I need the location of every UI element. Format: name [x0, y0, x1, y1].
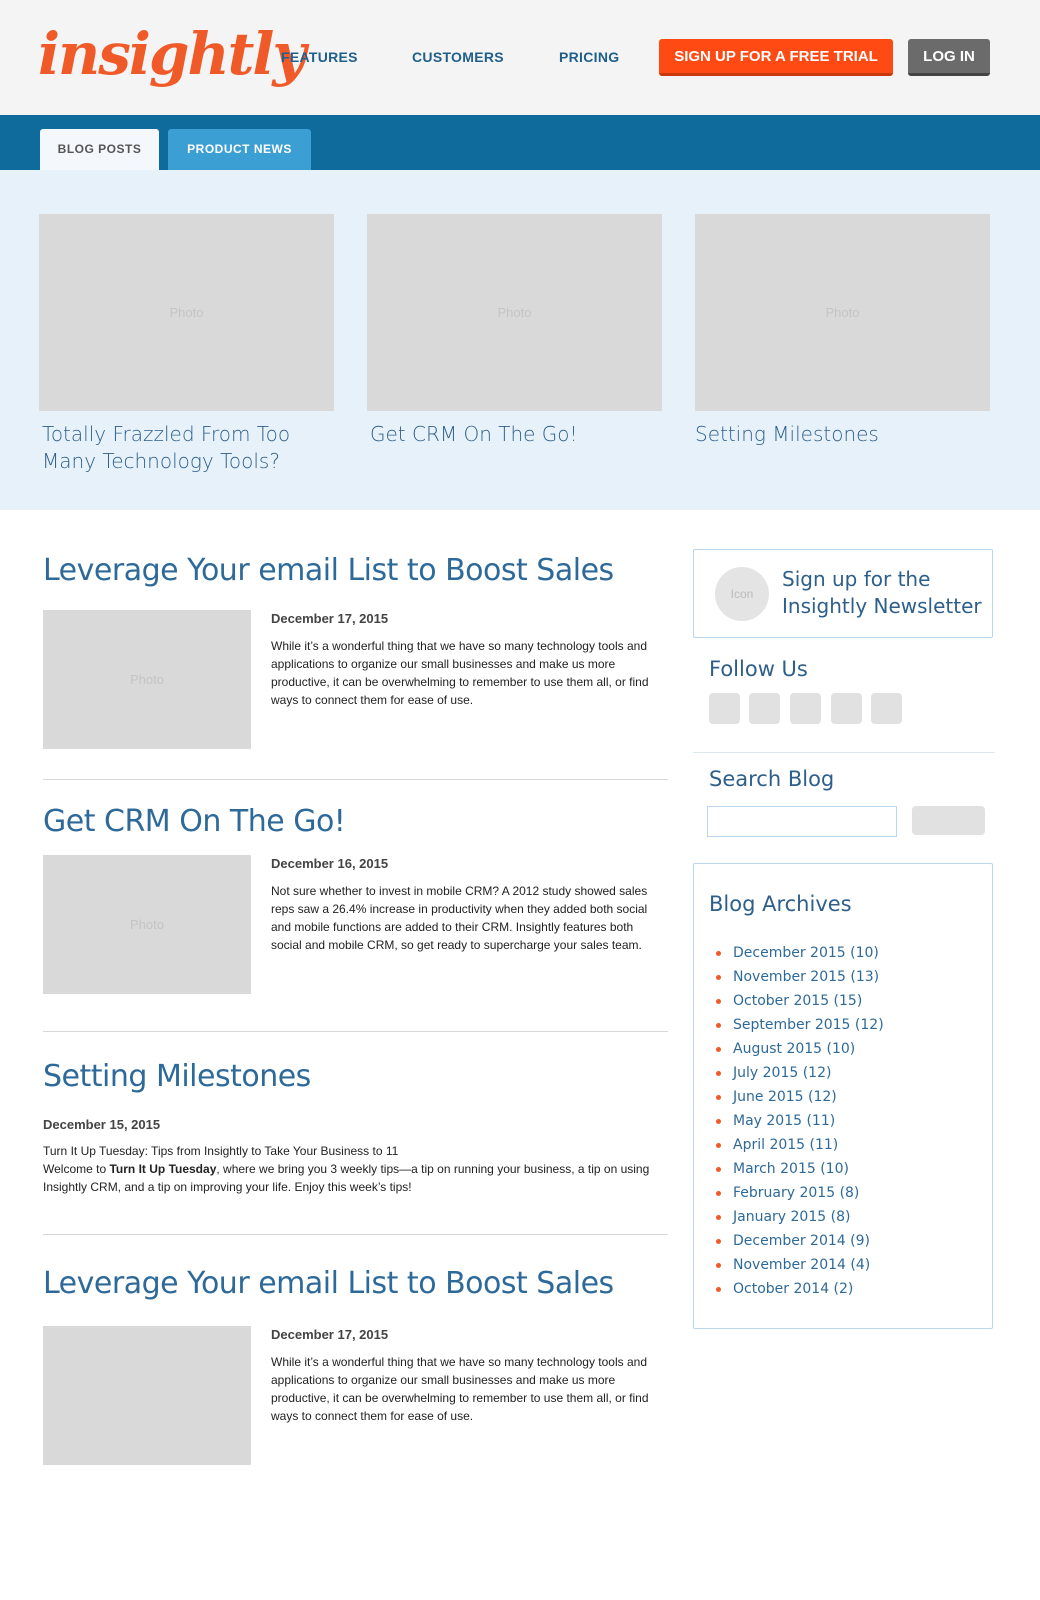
post-excerpt: While it’s a wonderful thing that we hav… [271, 1355, 649, 1423]
nav-features-link[interactable]: FEATURES [281, 49, 358, 65]
post-photo[interactable]: Photo [43, 610, 251, 749]
post-photo[interactable]: Photo [43, 855, 251, 994]
archive-link[interactable]: December 2014 (9) [716, 1229, 884, 1253]
post-date: December 16, 2015 [271, 856, 389, 871]
post-intro: Welcome to Turn It Up Tuesday, where we … [43, 1160, 668, 1196]
featured-posts: Photo Totally Frazzled From Too Many Tec… [0, 170, 1040, 510]
archive-link[interactable]: March 2015 (10) [716, 1157, 884, 1181]
blog-archives: Blog Archives December 2015 (10) Novembe… [693, 863, 993, 1329]
blog-post: Leverage Your email List to Boost Sales … [43, 1264, 668, 1465]
archive-link[interactable]: June 2015 (12) [716, 1085, 884, 1109]
featured-card[interactable]: Photo Setting Milestones [695, 214, 990, 448]
site-header: insightly FEATURES CUSTOMERS PRICING SIG… [0, 0, 1040, 115]
post-content: Turn It Up Tuesday: Tips from Insightly … [43, 1142, 668, 1196]
archive-link[interactable]: October 2014 (2) [716, 1277, 884, 1301]
blog-post: Get CRM On The Go! Photo December 16, 20… [43, 802, 668, 994]
search-button[interactable] [912, 806, 985, 835]
post-photo[interactable] [43, 1326, 251, 1465]
archive-link[interactable]: February 2015 (8) [716, 1181, 884, 1205]
social-icon[interactable] [871, 693, 902, 724]
newsletter-icon: Icon [715, 567, 769, 621]
archive-link[interactable]: January 2015 (8) [716, 1205, 884, 1229]
archive-link[interactable]: December 2015 (10) [716, 941, 884, 965]
featured-card[interactable]: Photo Get CRM On The Go! [367, 214, 662, 448]
archive-link[interactable]: October 2015 (15) [716, 989, 884, 1013]
post-date: December 17, 2015 [271, 1327, 389, 1342]
search-input[interactable] [707, 806, 897, 837]
post-title[interactable]: Setting Milestones [43, 1057, 668, 1097]
blog-post: Setting Milestones December 15, 2015 Tur… [43, 1057, 668, 1196]
social-icon[interactable] [749, 693, 780, 724]
featured-title[interactable]: Setting Milestones [695, 421, 990, 448]
featured-photo: Photo [367, 214, 662, 411]
tab-product-news[interactable]: PRODUCT NEWS [168, 129, 311, 170]
featured-title[interactable]: Totally Frazzled From Too Many Technolog… [39, 421, 334, 475]
search-blog-heading: Search Blog [709, 767, 835, 791]
newsletter-label[interactable]: Sign up for the Insightly Newsletter [782, 566, 987, 620]
post-divider [43, 1031, 668, 1032]
archive-link[interactable]: August 2015 (10) [716, 1037, 884, 1061]
post-excerpt: Not sure whether to invest in mobile CRM… [271, 884, 648, 952]
blog-post: Leverage Your email List to Boost Sales … [43, 551, 668, 749]
archive-link[interactable]: September 2015 (12) [716, 1013, 884, 1037]
post-date: December 17, 2015 [271, 611, 389, 626]
post-intro-bold: Turn It Up Tuesday [109, 1162, 217, 1176]
post-title[interactable]: Leverage Your email List to Boost Sales [43, 1264, 668, 1304]
post-divider [43, 779, 668, 780]
archive-link[interactable]: November 2015 (13) [716, 965, 884, 989]
post-date: December 15, 2015 [43, 1117, 161, 1132]
post-title[interactable]: Leverage Your email List to Boost Sales [43, 551, 668, 591]
insightly-logo[interactable]: insightly [38, 14, 306, 94]
login-button[interactable]: LOG IN [908, 39, 990, 76]
nav-pricing-link[interactable]: PRICING [559, 49, 619, 65]
social-icon[interactable] [709, 693, 740, 724]
nav-customers-link[interactable]: CUSTOMERS [412, 49, 504, 65]
post-title[interactable]: Get CRM On The Go! [43, 802, 668, 842]
follow-us-heading: Follow Us [709, 657, 808, 681]
featured-card[interactable]: Photo Totally Frazzled From Too Many Tec… [39, 214, 334, 475]
blog-tab-bar: BLOG POSTS PRODUCT NEWS [0, 115, 1040, 170]
post-subtitle: Turn It Up Tuesday: Tips from Insightly … [43, 1144, 399, 1158]
social-icon[interactable] [790, 693, 821, 724]
sidebar-divider [693, 752, 995, 753]
archives-list: December 2015 (10) November 2015 (13) Oc… [716, 941, 884, 1301]
archive-link[interactable]: November 2014 (4) [716, 1253, 884, 1277]
signup-free-trial-button[interactable]: SIGN UP FOR A FREE TRIAL [659, 39, 893, 76]
post-divider [43, 1234, 668, 1235]
tab-blog-posts[interactable]: BLOG POSTS [40, 129, 159, 170]
archive-link[interactable]: April 2015 (11) [716, 1133, 884, 1157]
featured-photo: Photo [39, 214, 334, 411]
archives-heading: Blog Archives [709, 892, 852, 916]
post-excerpt: While it’s a wonderful thing that we hav… [271, 639, 649, 707]
featured-photo: Photo [695, 214, 990, 411]
archive-link[interactable]: July 2015 (12) [716, 1061, 884, 1085]
archive-link[interactable]: May 2015 (11) [716, 1109, 884, 1133]
social-icon[interactable] [831, 693, 862, 724]
newsletter-signup[interactable]: Icon Sign up for the Insightly Newslette… [693, 549, 993, 638]
featured-title[interactable]: Get CRM On The Go! [367, 421, 662, 448]
post-intro-text: Welcome to [43, 1162, 110, 1176]
